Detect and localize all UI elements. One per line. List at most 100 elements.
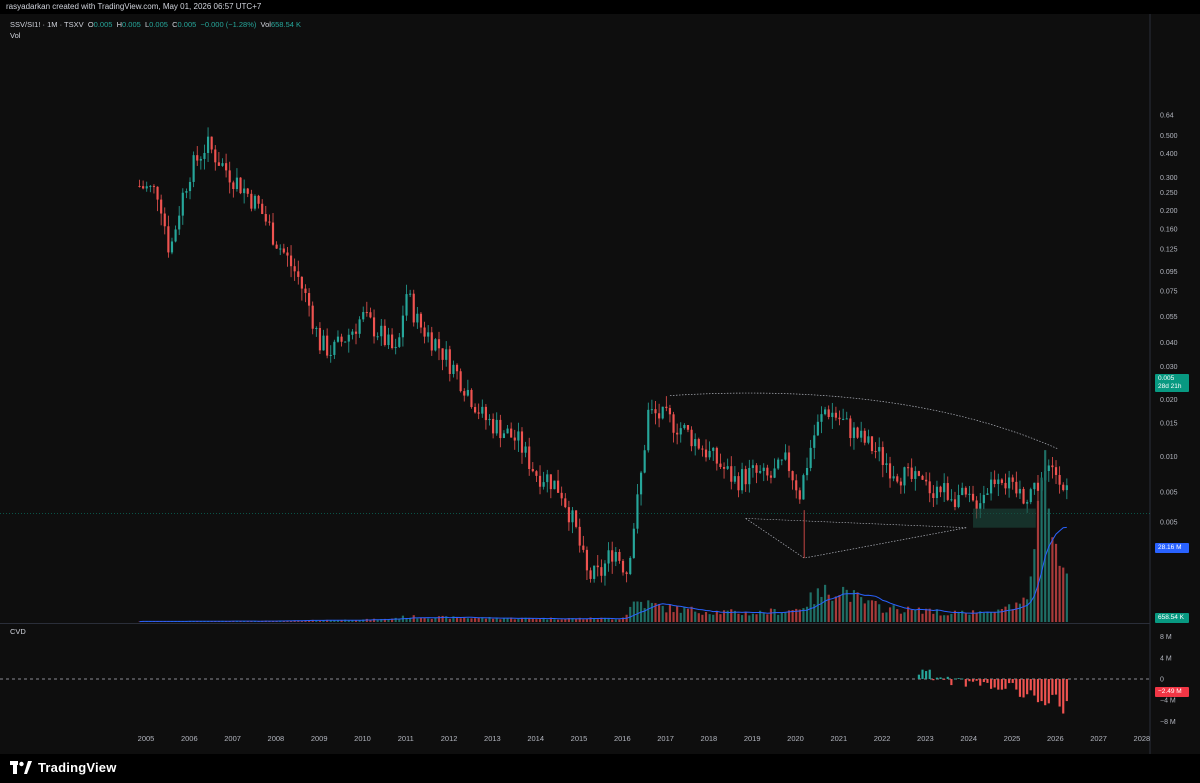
- volume-bar: [748, 615, 751, 622]
- brand[interactable]: TradingView: [10, 760, 117, 775]
- volume-bar: [766, 614, 769, 622]
- candle-body: [697, 439, 700, 449]
- candle-body: [178, 215, 181, 230]
- cvd-tick-label: −4 M: [1160, 698, 1176, 705]
- candle-body: [528, 446, 531, 469]
- candle-body: [492, 418, 495, 434]
- candle-body: [874, 451, 877, 453]
- candle-body: [921, 475, 924, 480]
- volume-bar: [971, 610, 975, 622]
- y-tick-label: 0.040: [1160, 340, 1178, 347]
- volume-bar: [690, 606, 693, 622]
- candle-body: [676, 432, 679, 435]
- volume-bar: [896, 609, 899, 622]
- symbol-name[interactable]: SSV/SI1! · 1M · TSXV: [10, 20, 84, 29]
- candle-body: [845, 418, 848, 420]
- cvd-bar: [961, 678, 964, 680]
- volume-bar: [784, 612, 787, 622]
- candle-body: [982, 494, 985, 504]
- chart-svg[interactable]: 0.64 0.500 0.400 0.300 0.250 0.200 0.160 0.125 0…: [0, 0, 1200, 754]
- candle-body: [322, 335, 325, 351]
- volume-bar: [394, 617, 397, 622]
- candle-body: [138, 185, 141, 187]
- candle-body: [571, 510, 574, 523]
- candle-body: [787, 452, 791, 472]
- candle-body: [188, 181, 192, 192]
- candle-body: [289, 255, 293, 267]
- volume-bar: [470, 618, 473, 622]
- candle-body: [607, 550, 610, 564]
- volume-bar: [989, 612, 993, 622]
- candle-body: [953, 499, 957, 507]
- candle-body: [639, 472, 643, 495]
- candle-body: [925, 479, 928, 482]
- volume-bar: [925, 608, 928, 622]
- volume-ma-line: [139, 526, 1067, 623]
- candle-body: [704, 449, 708, 458]
- volume-bar: [694, 611, 697, 622]
- candle-body: [279, 248, 282, 250]
- candle-body: [997, 479, 1000, 485]
- cvd-bar: [1065, 679, 1068, 702]
- candle-body: [824, 409, 827, 415]
- candle-body: [253, 195, 257, 209]
- vol-pane-label[interactable]: Vol: [10, 31, 20, 40]
- cvd-tick-label: −8 M: [1160, 719, 1176, 726]
- volume-bar: [852, 590, 856, 622]
- volume-bar: [1004, 606, 1007, 622]
- volume-bar: [1062, 567, 1065, 622]
- candle-body: [759, 471, 762, 473]
- cvd-bar: [1004, 679, 1007, 689]
- candle-body: [333, 341, 336, 355]
- volume-bar: [502, 618, 506, 622]
- candle-body: [809, 447, 812, 468]
- candle-body: [416, 313, 419, 323]
- brand-name: TradingView: [38, 760, 117, 775]
- candle-body: [672, 414, 675, 433]
- volume-bar: [1029, 576, 1032, 622]
- candle-body: [715, 447, 718, 464]
- volume-bar: [1065, 573, 1068, 622]
- cvd-bar: [1008, 679, 1011, 684]
- cvd-bar: [982, 679, 985, 683]
- cvd-bar: [1018, 679, 1022, 697]
- x-tick-label: 2013: [484, 734, 501, 743]
- cvd-bar: [953, 678, 957, 680]
- candle-body: [434, 339, 437, 351]
- volume-bar: [943, 615, 946, 622]
- candle-body: [365, 312, 368, 314]
- candle-body: [358, 319, 361, 334]
- candle-body: [585, 549, 589, 571]
- cvd-bar: [997, 679, 1000, 690]
- candle-body: [297, 271, 300, 277]
- low-value: 0.005: [149, 20, 168, 29]
- volume-bar: [658, 604, 661, 622]
- x-tick-label: 2008: [268, 734, 285, 743]
- volume-bar: [715, 610, 718, 622]
- volume-bar: [477, 617, 480, 622]
- candle-body: [380, 325, 383, 337]
- volume-bar: [986, 611, 989, 622]
- y-tick-label: 0.125: [1160, 247, 1178, 254]
- volume-bar: [376, 620, 379, 622]
- x-tick-label: 2005: [138, 734, 155, 743]
- candle-body: [398, 337, 401, 347]
- candle-body: [311, 305, 314, 329]
- volume-bar: [1040, 477, 1043, 622]
- candle-body: [957, 495, 960, 507]
- candle-body: [629, 557, 632, 575]
- candle-body: [387, 334, 390, 346]
- candle-body: [578, 526, 581, 546]
- cvd-bar: [1062, 679, 1065, 714]
- volume-bar: [849, 601, 852, 622]
- candle-body: [567, 507, 570, 523]
- candle-body: [708, 450, 711, 458]
- x-tick-label: 2028: [1134, 734, 1151, 743]
- volume-bar: [867, 600, 870, 622]
- candle-body: [560, 492, 563, 499]
- candle-body: [1033, 482, 1036, 490]
- candle-body: [564, 498, 567, 508]
- cvd-pane-label[interactable]: CVD: [10, 627, 26, 636]
- cvd-bar: [1026, 679, 1029, 695]
- cvd-bar: [1058, 679, 1061, 707]
